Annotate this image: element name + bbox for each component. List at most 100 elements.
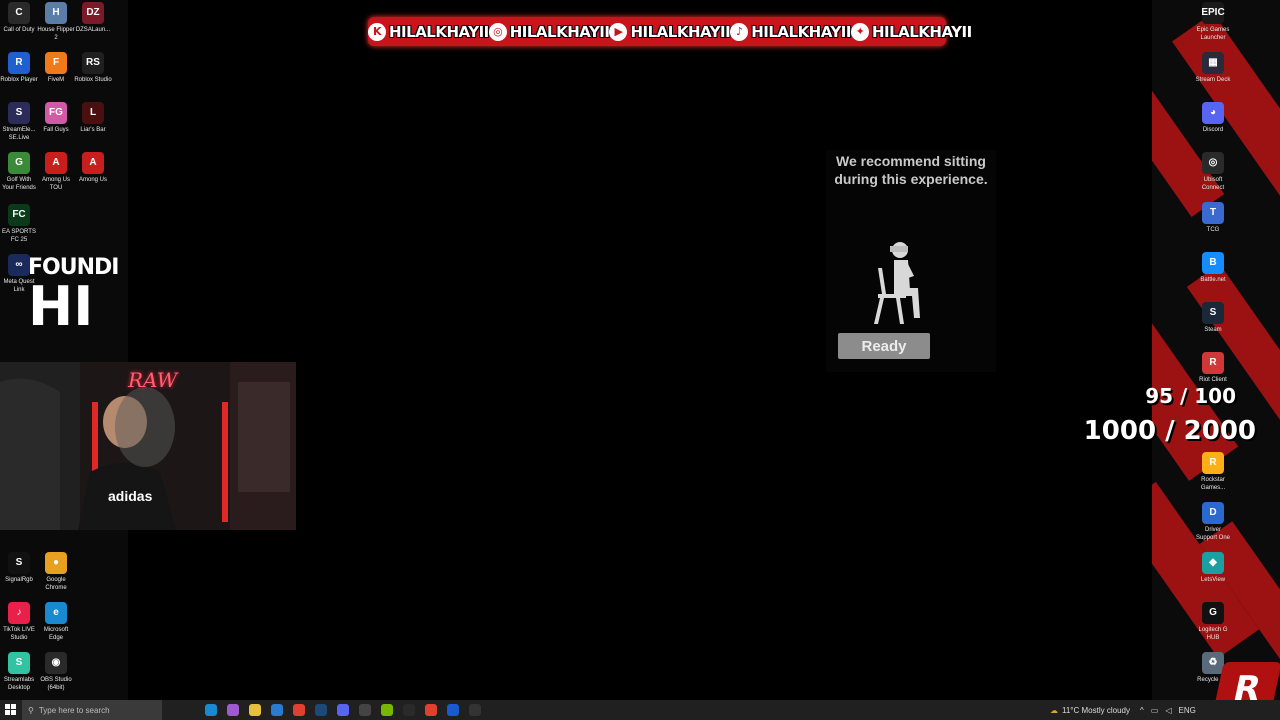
desktop-icon-house-flipper-2[interactable]: H House Flipper 2 xyxy=(37,2,75,42)
seated-person-icon xyxy=(874,242,920,324)
search-placeholder: Type here to search xyxy=(38,705,110,715)
call-of-duty-icon: C xyxy=(8,2,30,24)
desktop-icon-logitech-g-hub[interactable]: G Logitech G HUB xyxy=(1194,602,1232,642)
desktop-icon-steam[interactable]: S Steam xyxy=(1194,302,1232,334)
sitting-recommendation-text: We recommend sitting during this experie… xyxy=(834,153,988,187)
taskbar-search-box[interactable]: ⚲ Type here to search xyxy=(22,700,162,720)
logitech-g-hub-icon: G xyxy=(1202,602,1224,624)
desktop-icon-rockstar-games[interactable]: R Rockstar Games... xyxy=(1194,452,1232,492)
obs-icon xyxy=(403,704,415,716)
desktop-icon-fivem[interactable]: F FiveM xyxy=(37,52,75,84)
desktop-icon-label: TikTok LIVE Studio xyxy=(3,627,35,641)
desktop-icon-roblox-studio[interactable]: RS Roblox Studio xyxy=(74,52,112,84)
taskbar-app-store[interactable] xyxy=(266,700,288,720)
desktop-icon-label: Google Chrome xyxy=(45,577,67,591)
desktop-icon-tiktok-live-studio[interactable]: ♪ TikTok LIVE Studio xyxy=(0,602,38,642)
desktop-icon-streamelements[interactable]: S StreamEle... SE.Live xyxy=(0,102,38,142)
webcam-feed: RAW adidas xyxy=(0,362,296,530)
network-icon[interactable]: ▭ xyxy=(1151,706,1159,715)
desktop-icon-battle-net[interactable]: B Battle.net xyxy=(1194,252,1232,284)
taskbar: ⚲ Type here to search ☁ 11°C Mostly clou… xyxy=(0,700,1280,720)
desktop-icon-ea-sports-fc-25[interactable]: FC EA SPORTS FC 25 xyxy=(0,204,38,244)
riot-client-icon: R xyxy=(1202,352,1224,374)
rockstar-games-icon: R xyxy=(1202,452,1224,474)
desktop-icon-signalrgb[interactable]: S SignalRgb xyxy=(0,552,38,584)
social-handle: ▶ HILALKHAYII xyxy=(609,22,731,41)
taskbar-app-steam[interactable] xyxy=(310,700,332,720)
desktop-icon-streamlabs-desktop[interactable]: S Streamlabs Desktop xyxy=(0,652,38,692)
meta-quest-link-icon: ∞ xyxy=(8,254,30,276)
language-indicator[interactable]: ENG xyxy=(1178,706,1195,715)
driver-support-one-icon: D xyxy=(1202,502,1224,524)
roblox-player-icon: R xyxy=(8,52,30,74)
twitter-icon: ✦ xyxy=(850,22,869,41)
desktop-icon-roblox-player[interactable]: R Roblox Player xyxy=(0,52,38,84)
desktop-icon-fall-guys[interactable]: FG Fall Guys xyxy=(37,102,75,134)
desktop-icon-letsview[interactable]: ◆ LetsView xyxy=(1194,552,1232,584)
taskbar-app-discord[interactable] xyxy=(332,700,354,720)
desktop-icon-obs-studio[interactable]: ◉ OBS Studio (64bit) xyxy=(37,652,75,692)
start-button[interactable] xyxy=(0,700,22,720)
taskbar-app-chrome[interactable] xyxy=(288,700,310,720)
taskbar-app-copilot[interactable] xyxy=(222,700,244,720)
social-handle-text: HILALKHAYII xyxy=(630,22,731,41)
weather-widget[interactable]: ☁ 11°C Mostly cloudy xyxy=(1050,700,1130,720)
discord-icon xyxy=(337,704,349,716)
desktop-icon-riot-client[interactable]: R Riot Client xyxy=(1194,352,1232,384)
house-flipper-2-icon: H xyxy=(45,2,67,24)
desktop-icon-call-of-duty[interactable]: C Call of Duty xyxy=(0,2,38,34)
letsview-icon: ◆ xyxy=(1202,552,1224,574)
desktop-icon-epic-games-launcher[interactable]: EPIC Epic Games Launcher xyxy=(1194,2,1232,42)
desktop-icon-label: Among Us xyxy=(78,177,107,183)
taskbar-app-obs[interactable] xyxy=(398,700,420,720)
desktop-icon-tcg[interactable]: T TCG xyxy=(1194,202,1232,234)
taskbar-app-meta[interactable] xyxy=(442,700,464,720)
desktop-icon-label: Battle.net xyxy=(1200,277,1226,283)
tray-chevron-icon[interactable]: ^ xyxy=(1140,706,1144,715)
desktop-icon-label: Golf With Your Friends xyxy=(2,177,36,191)
discord-icon: ◕ xyxy=(1202,102,1224,124)
kick-icon: K xyxy=(368,22,386,41)
stream-deck-icon: ▦ xyxy=(1202,52,1224,74)
taskbar-app-edge[interactable] xyxy=(200,700,222,720)
volume-icon[interactable]: ◁ xyxy=(1165,706,1171,715)
desktop-icon-among-us-tou[interactable]: A Among Us TOU xyxy=(37,152,75,192)
desktop-icon-google-chrome[interactable]: ● Google Chrome xyxy=(37,552,75,592)
desktop-icon-label: Rockstar Games... xyxy=(1200,477,1226,491)
taskbar-app-file-explorer[interactable] xyxy=(244,700,266,720)
desktop-icon-microsoft-edge[interactable]: e Microsoft Edge xyxy=(37,602,75,642)
weather-icon: ☁ xyxy=(1050,705,1058,715)
battle-net-icon: B xyxy=(1202,252,1224,274)
taskbar-app-unreal[interactable] xyxy=(464,700,486,720)
desktop-icon-label: Epic Games Launcher xyxy=(1196,27,1230,41)
desktop-icon-label: Call of Duty xyxy=(3,27,35,33)
store-icon xyxy=(271,704,283,716)
taskbar-app-capture[interactable] xyxy=(354,700,376,720)
roblox-studio-icon: RS xyxy=(82,52,104,74)
steam-icon: S xyxy=(1202,302,1224,324)
desktop-icon-dzsalauncher[interactable]: DZ DZSALaun... xyxy=(74,2,112,34)
desktop-icon-driver-support-one[interactable]: D Driver Support One xyxy=(1194,502,1232,542)
ready-button[interactable]: Ready xyxy=(838,333,930,359)
dzsalauncher-icon: DZ xyxy=(82,2,104,24)
desktop-icon-label: EA SPORTS FC 25 xyxy=(2,229,36,243)
desktop-icon-stream-deck[interactable]: ▦ Stream Deck xyxy=(1194,52,1232,84)
desktop-icon-label: Roblox Player xyxy=(0,77,38,83)
social-handle-text: HILALKHAYII xyxy=(751,22,851,41)
raw-neon-sign: RAW xyxy=(128,368,178,392)
desktop-icon-label: FiveM xyxy=(47,77,65,83)
desktop-icon-golf-with-friends[interactable]: G Golf With Your Friends xyxy=(0,152,38,192)
taskbar-app-chrome-2[interactable] xyxy=(420,700,442,720)
tcg-icon: T xyxy=(1202,202,1224,224)
taskbar-app-nvidia[interactable] xyxy=(376,700,398,720)
counter-small: 95 / 100 xyxy=(1145,384,1236,408)
desktop-icon-label: LetsView xyxy=(1200,577,1226,583)
desktop-icon-discord[interactable]: ◕ Discord xyxy=(1194,102,1232,134)
desktop-icon-label: Streamlabs Desktop xyxy=(3,677,35,691)
streamelements-icon: S xyxy=(8,102,30,124)
desktop-icon-among-us[interactable]: A Among Us xyxy=(74,152,112,184)
social-handle: ✦ HILALKHAYII xyxy=(850,22,972,41)
desktop-icon-liars-bar[interactable]: L Liar's Bar xyxy=(74,102,112,134)
obs-studio-icon: ◉ xyxy=(45,652,67,674)
desktop-icon-ubisoft-connect[interactable]: ◎ Ubisoft Connect xyxy=(1194,152,1232,192)
